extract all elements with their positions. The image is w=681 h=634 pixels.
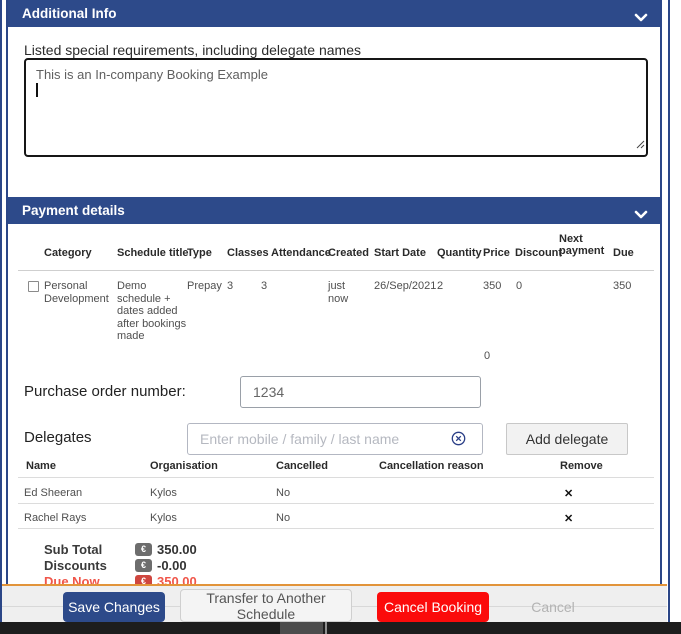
purchase-order-input[interactable] bbox=[240, 376, 481, 408]
booking-modal: Additional Info Listed special requireme… bbox=[0, 0, 681, 634]
col-organisation: Organisation bbox=[150, 460, 218, 472]
purchase-order-label: Purchase order number: bbox=[24, 383, 186, 400]
payment-details-title: Payment details bbox=[22, 197, 125, 224]
textarea-value: This is an In-company Booking Example bbox=[36, 67, 636, 82]
scrollbar-thumb[interactable] bbox=[280, 622, 323, 634]
currency-badge: € bbox=[135, 543, 152, 556]
special-requirements-textarea[interactable]: This is an In-company Booking Example bbox=[24, 58, 648, 157]
cell-attendance: 3 bbox=[261, 280, 267, 293]
table-divider bbox=[18, 503, 654, 504]
chevron-down-icon bbox=[634, 206, 648, 224]
booking-panel: Additional Info Listed special requireme… bbox=[6, 0, 662, 623]
delegates-label: Delegates bbox=[24, 429, 92, 446]
save-changes-button[interactable]: Save Changes bbox=[63, 592, 165, 622]
transfer-schedule-button[interactable]: Transfer to Another Schedule bbox=[180, 589, 352, 622]
cell-created: just now bbox=[328, 280, 358, 305]
delegate-search-input[interactable] bbox=[187, 423, 483, 455]
cell-discount: 0 bbox=[516, 280, 522, 293]
col-schedule-title: Schedule title bbox=[117, 247, 189, 259]
text-caret bbox=[36, 83, 38, 97]
delegate-name: Rachel Rays bbox=[24, 512, 86, 524]
payment-details-header[interactable]: Payment details bbox=[8, 197, 660, 224]
discounts-label: Discounts bbox=[44, 558, 107, 573]
cell-category: Personal Development bbox=[44, 280, 110, 305]
col-due: Due bbox=[613, 247, 634, 259]
chevron-down-icon bbox=[634, 9, 648, 27]
action-bar: Save Changes Transfer to Another Schedul… bbox=[2, 584, 667, 622]
col-attendance: Attendance bbox=[271, 247, 331, 259]
clear-search-icon[interactable] bbox=[451, 431, 466, 451]
horizontal-scrollbar[interactable] bbox=[0, 622, 681, 634]
cell-schedule-title: Demo schedule + dates added after bookin… bbox=[117, 280, 189, 343]
cancel-booking-button[interactable]: Cancel Booking bbox=[377, 592, 489, 622]
col-cancelled: Cancelled bbox=[276, 460, 328, 472]
cell-classes: 3 bbox=[227, 280, 233, 293]
price-aggregate-value: 0 bbox=[484, 350, 490, 362]
col-next-payment: Next payment bbox=[559, 233, 607, 257]
remove-delegate-icon[interactable]: ✕ bbox=[564, 512, 573, 525]
col-category: Category bbox=[44, 247, 92, 259]
delegate-organisation: Kylos bbox=[150, 487, 177, 499]
table-divider bbox=[18, 528, 654, 529]
col-classes: Classes bbox=[227, 247, 269, 259]
additional-info-header[interactable]: Additional Info bbox=[8, 0, 660, 27]
table-header-divider bbox=[18, 270, 654, 271]
subtotal-value: 350.00 bbox=[157, 542, 197, 557]
additional-info-title: Additional Info bbox=[22, 0, 116, 27]
table-divider bbox=[18, 477, 654, 478]
cell-start-date: 26/Sep/2021 bbox=[374, 280, 436, 293]
cell-type: Prepay bbox=[187, 280, 222, 293]
delegate-name: Ed Sheeran bbox=[24, 487, 82, 499]
col-created: Created bbox=[328, 247, 369, 259]
resize-handle-icon[interactable] bbox=[635, 136, 645, 154]
row-checkbox[interactable] bbox=[28, 281, 39, 292]
cancel-button[interactable]: Cancel bbox=[505, 592, 601, 622]
col-quantity: Quantity bbox=[437, 247, 482, 259]
col-start-date: Start Date bbox=[374, 247, 426, 259]
col-type: Type bbox=[187, 247, 212, 259]
col-discount: Discount bbox=[515, 247, 562, 259]
delegate-cancelled: No bbox=[276, 487, 290, 499]
scrollbar-mark bbox=[325, 622, 327, 634]
special-requirements-label: Listed special requirements, including d… bbox=[24, 42, 361, 58]
col-remove: Remove bbox=[560, 460, 603, 472]
col-cancellation-reason: Cancellation reason bbox=[379, 460, 484, 472]
delegate-organisation: Kylos bbox=[150, 512, 177, 524]
outer-border-right bbox=[668, 0, 670, 622]
outer-border-left bbox=[0, 0, 2, 622]
subtotal-label: Sub Total bbox=[44, 542, 102, 557]
delegate-cancelled: No bbox=[276, 512, 290, 524]
col-name: Name bbox=[26, 460, 56, 472]
col-price: Price bbox=[483, 247, 510, 259]
currency-badge: € bbox=[135, 559, 152, 572]
remove-delegate-icon[interactable]: ✕ bbox=[564, 487, 573, 500]
cell-due: 350 bbox=[613, 280, 631, 293]
discounts-value: -0.00 bbox=[157, 558, 187, 573]
cell-price: 350 bbox=[483, 280, 501, 293]
cell-quantity: 2 bbox=[437, 280, 443, 293]
add-delegate-button[interactable]: Add delegate bbox=[506, 423, 628, 455]
